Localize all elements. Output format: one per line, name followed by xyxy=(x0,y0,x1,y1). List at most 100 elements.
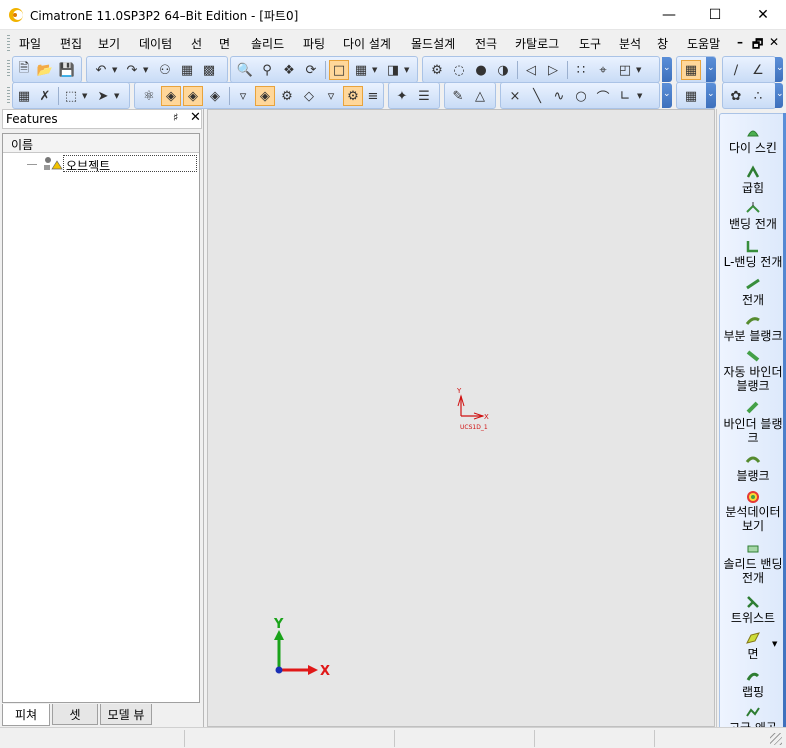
select-arrow-dropdown-icon[interactable]: ▼ xyxy=(114,92,119,100)
unfold-button[interactable]: 전개 xyxy=(720,276,786,307)
sketch-plane-icon[interactable]: △ xyxy=(470,86,490,106)
menu-catalog[interactable]: 카탈로그 xyxy=(515,35,559,52)
sketch-toolbar-options-icon[interactable] xyxy=(775,57,784,82)
select-box-icon[interactable]: ⬚ xyxy=(61,86,81,106)
ucs-marker[interactable]: Y X UCS1D_1 xyxy=(456,387,489,431)
panel-close-icon[interactable]: ✕ xyxy=(190,110,201,125)
measure-icon[interactable]: ⌖ xyxy=(593,60,613,80)
menu-help[interactable]: 도움말 xyxy=(687,35,720,52)
binder-blank-button[interactable]: 바인더 블랭크 xyxy=(720,400,786,445)
new-file-icon[interactable]: 🗎 xyxy=(14,60,34,80)
die-skin-button[interactable]: 다이 스킨 xyxy=(720,124,786,155)
select-arrow-icon[interactable]: ➤ xyxy=(93,86,113,106)
menu-face[interactable]: 면 xyxy=(219,35,230,52)
redo-dropdown-icon[interactable]: ▼ xyxy=(143,66,148,74)
light-bulb-on-icon[interactable]: ● xyxy=(471,60,491,80)
layer-toolbar-options-icon[interactable] xyxy=(706,83,716,108)
menu-window[interactable]: 창 xyxy=(657,35,668,52)
analysis-data-button[interactable]: 분석데이터 보기 xyxy=(720,488,786,533)
render-settings-icon[interactable]: ⚙ xyxy=(427,60,447,80)
spline-icon[interactable]: ∿ xyxy=(549,86,569,106)
die-toolbar-options-icon[interactable] xyxy=(775,83,784,108)
bend-button[interactable]: 굽힘 xyxy=(720,164,786,195)
standard-views-dropdown-icon[interactable]: ▼ xyxy=(404,66,409,74)
mdi-restore-button[interactable]: 🗗 xyxy=(752,35,763,56)
view-mode-dropdown-icon[interactable]: ▼ xyxy=(372,66,377,74)
arc-icon[interactable]: ⌒ xyxy=(593,86,613,106)
close-button[interactable]: ✕ xyxy=(740,0,786,30)
line-icon[interactable]: ╲ xyxy=(527,86,547,106)
filter-icon[interactable]: ▦ xyxy=(14,86,34,106)
resize-grip-icon[interactable] xyxy=(770,733,782,745)
edge-filter-icon[interactable]: ◈ xyxy=(183,86,203,106)
show-hide-icon[interactable]: ⚇ xyxy=(155,60,175,80)
menu-curve[interactable]: 선 xyxy=(191,35,202,52)
open-folder-icon[interactable]: 📂 xyxy=(35,60,55,80)
marker-list-icon[interactable]: ☰ xyxy=(414,86,434,106)
line-tool-icon[interactable]: ∕ xyxy=(726,60,746,80)
layer-manager-icon[interactable]: ▦ xyxy=(681,86,701,106)
menu-parting[interactable]: 파팅 xyxy=(303,35,325,52)
menu-analysis[interactable]: 분석 xyxy=(619,35,641,52)
maximize-button[interactable]: ☐ xyxy=(692,0,738,30)
section-view-dropdown-icon[interactable]: ▼ xyxy=(636,66,641,74)
section-view-icon[interactable]: ◰ xyxy=(615,60,635,80)
menu-tools[interactable]: 도구 xyxy=(579,35,601,52)
snap-points-icon[interactable]: ∷ xyxy=(571,60,591,80)
bending-unfold-button[interactable]: 밴딩 전개 xyxy=(720,200,786,231)
zoom-all-icon[interactable]: 🔍 xyxy=(235,60,255,80)
curve-filter-icon[interactable]: ◈ xyxy=(205,86,225,106)
deselect-icon[interactable]: ✗ xyxy=(35,86,55,106)
partial-blank-button[interactable]: 부분 블랭크 xyxy=(720,312,786,343)
zoom-window-icon[interactable]: ⚲ xyxy=(257,60,277,80)
next-view-icon[interactable]: ▷ xyxy=(543,60,563,80)
pan-zoom-icon[interactable]: ❖ xyxy=(279,60,299,80)
menu-solid[interactable]: 솔리드 xyxy=(251,35,284,52)
standard-views-icon[interactable]: ◨ xyxy=(383,60,403,80)
shaded-view-icon[interactable]: □ xyxy=(329,60,349,80)
sketch-filter-icon[interactable]: ⚙ xyxy=(277,86,297,106)
blank-button[interactable]: 블랭크 xyxy=(720,452,786,483)
toolbar-grip[interactable] xyxy=(7,60,10,78)
menu-die-design[interactable]: 다이 설계 xyxy=(343,35,391,52)
curve-toolbar-options-icon[interactable] xyxy=(662,83,672,108)
redo-icon[interactable]: ↷ xyxy=(122,60,142,80)
curve-dropdown-icon[interactable]: ▼ xyxy=(637,92,642,100)
menu-grip[interactable] xyxy=(7,35,10,51)
light-bulb-off-icon[interactable]: ◌ xyxy=(449,60,469,80)
menu-electrode[interactable]: 전극 xyxy=(475,35,497,52)
menu-edit[interactable]: 편집 xyxy=(60,35,82,52)
previous-view-icon[interactable]: ◁ xyxy=(521,60,541,80)
pin-icon[interactable]: ♯ xyxy=(173,111,178,124)
tree-item-objects[interactable]: 오브젝트 xyxy=(63,155,197,173)
undo-icon[interactable]: ↶ xyxy=(91,60,111,80)
auto-binder-blank-button[interactable]: 자동 바인더 블랭크 xyxy=(720,348,786,393)
select-box-dropdown-icon[interactable]: ▼ xyxy=(82,92,87,100)
highlight-filter-icon[interactable]: ◈ xyxy=(255,86,275,106)
twist-button[interactable]: 트위스트 xyxy=(720,594,786,625)
render-toolbar-options-icon[interactable] xyxy=(662,57,672,82)
mdi-close-button[interactable]: ✕ xyxy=(769,35,779,49)
menu-datum[interactable]: 데이텀 xyxy=(139,35,172,52)
mdi-minimize-button[interactable]: – xyxy=(737,35,743,49)
point-icon[interactable]: × xyxy=(505,86,525,106)
active-filter-icon[interactable]: ⚙ xyxy=(343,86,363,106)
toolbar-grip-2[interactable] xyxy=(7,87,10,105)
face-filter-icon[interactable]: ◈ xyxy=(161,86,181,106)
solid-bending-unfold-button[interactable]: 솔리드 밴딩 전개 xyxy=(720,540,786,585)
funnel-filter-icon[interactable]: ▿ xyxy=(233,86,253,106)
minimize-button[interactable]: — xyxy=(646,0,692,30)
menu-file[interactable]: 파일 xyxy=(19,35,41,52)
feature-tree[interactable]: 이름 오브젝트 xyxy=(2,133,200,703)
list-filter-icon[interactable]: ≡ xyxy=(363,86,383,106)
die-wrap-icon[interactable]: ✿ xyxy=(726,86,746,106)
menu-mold-design[interactable]: 몰드설계 xyxy=(411,35,455,52)
filter-settings-icon[interactable]: ▿ xyxy=(321,86,341,106)
die-flange-icon[interactable]: ∴ xyxy=(748,86,768,106)
sheet-mode-icon[interactable]: ▦ xyxy=(681,60,701,80)
graphics-viewport[interactable]: Y X UCS1D_1 Y X xyxy=(207,109,715,727)
sketch-icon[interactable]: ✎ xyxy=(448,86,468,106)
l-bending-unfold-button[interactable]: L-밴딩 전개 xyxy=(720,238,786,269)
name-column-header[interactable]: 이름 xyxy=(3,134,199,153)
face-dropdown-icon[interactable]: ▼ xyxy=(772,640,777,648)
